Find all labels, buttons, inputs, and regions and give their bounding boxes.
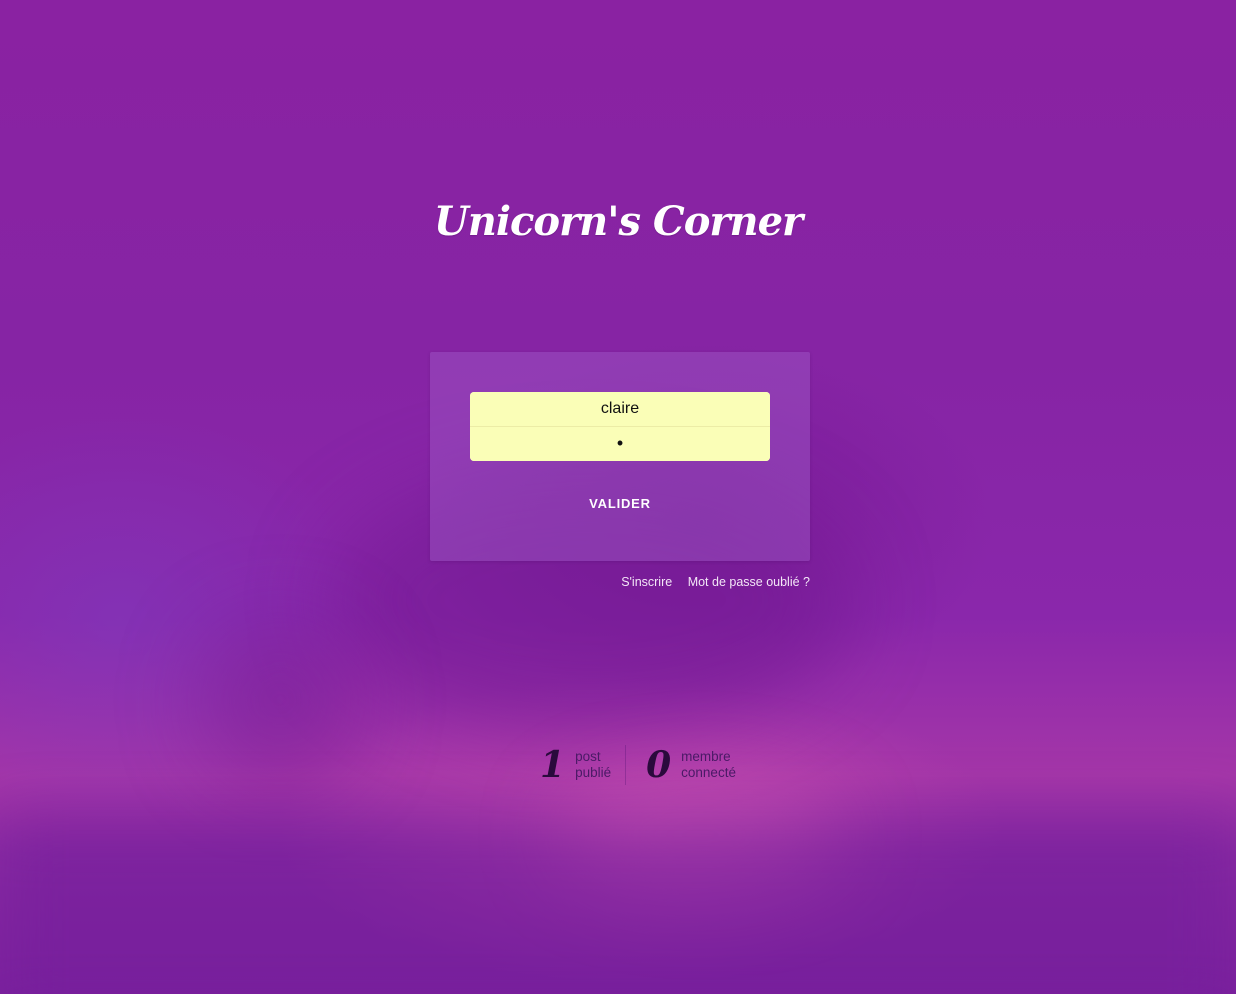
stat-posts: 1 post publié (540, 747, 611, 783)
submit-button[interactable]: VALIDER (570, 490, 670, 516)
signup-link[interactable]: S'inscrire (621, 575, 672, 589)
login-fields: • (470, 392, 770, 461)
stat-posts-label-line1: post (575, 749, 601, 764)
background-blur-shape (200, 620, 360, 780)
username-input[interactable] (470, 392, 770, 426)
stats-divider (625, 745, 627, 785)
stat-members-value: 0 (646, 744, 672, 786)
stat-posts-label: post publié (575, 749, 611, 781)
background-blur-shape (0, 820, 1236, 994)
stat-posts-label-line2: publié (575, 765, 612, 780)
auth-links: S'inscrire Mot de passe oublié ? (430, 575, 810, 589)
stat-members-label: membre connecté (681, 749, 736, 781)
site-stats: 1 post publié 0 membre connecté (540, 744, 736, 786)
forgot-password-link[interactable]: Mot de passe oublié ? (688, 575, 810, 589)
stat-members: 0 membre connecté (646, 747, 736, 783)
stat-posts-value: 1 (540, 744, 566, 786)
app-title: Unicorn's Corner (433, 198, 803, 245)
stat-members-label-line1: membre (681, 749, 731, 764)
password-input[interactable]: • (470, 426, 770, 461)
stat-members-label-line2: connecté (681, 765, 736, 780)
login-form: • VALIDER (430, 352, 810, 561)
